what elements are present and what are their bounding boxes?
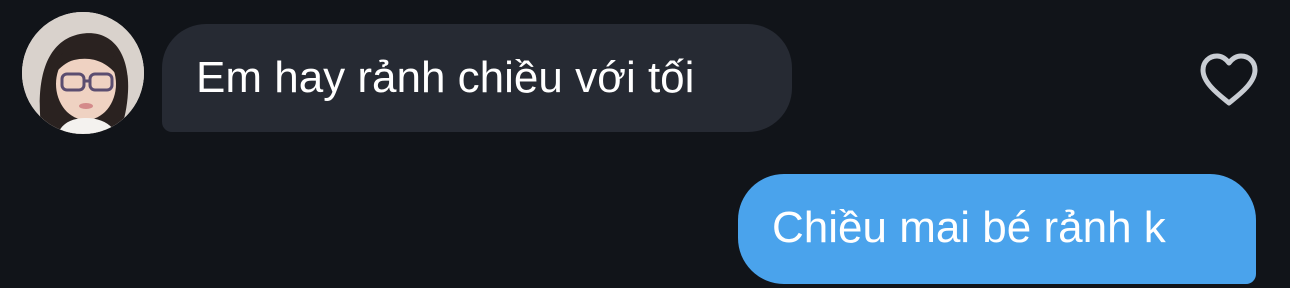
chat-thread: Em hay rảnh chiều với tối Chiều mai bé r… — [0, 0, 1290, 288]
outgoing-message-bubble[interactable]: Chiều mai bé rảnh k — [738, 174, 1256, 284]
outgoing-message-text: Chiều mai bé rảnh k — [772, 203, 1166, 252]
incoming-message-text: Em hay rảnh chiều với tối — [196, 53, 695, 102]
avatar[interactable] — [22, 12, 144, 134]
incoming-message-bubble[interactable]: Em hay rảnh chiều với tối — [162, 24, 792, 132]
avatar-photo — [22, 12, 144, 134]
like-button[interactable] — [1198, 52, 1260, 108]
heart-outline-icon — [1200, 53, 1258, 106]
